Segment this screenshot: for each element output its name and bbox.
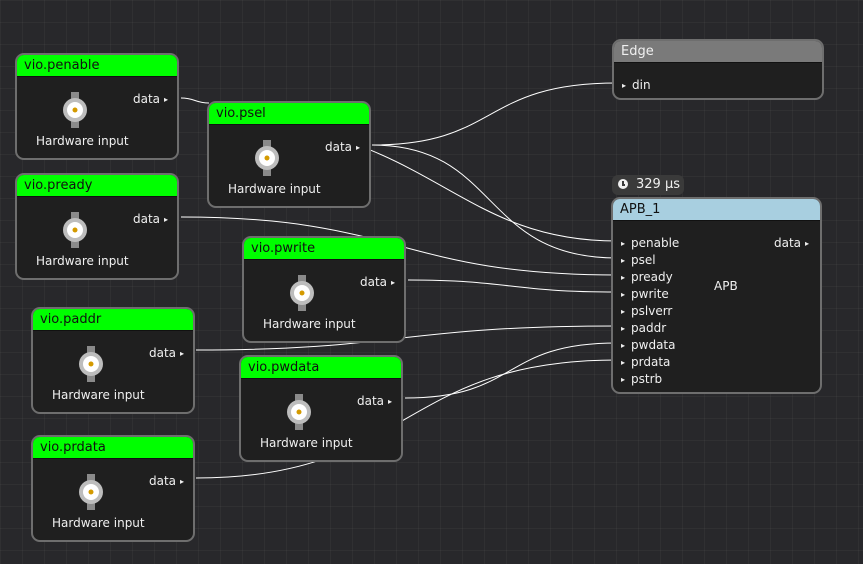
bnc-connector-icon xyxy=(290,275,314,311)
input-port-psel[interactable]: ▸ psel xyxy=(621,253,656,267)
input-port-pwrite[interactable]: ▸ pwrite xyxy=(621,287,669,301)
port-label: data xyxy=(325,140,353,154)
hardware-input-label: Hardware input xyxy=(52,388,145,402)
triangle-port-icon: ▸ xyxy=(388,397,393,406)
vio-node-penable[interactable]: vio.penable Hardware input data ▸ xyxy=(15,53,179,160)
wire-psel-to-apb-psel xyxy=(371,144,618,259)
vio-node-paddr[interactable]: vio.paddr Hardware input data ▸ xyxy=(31,307,195,414)
bnc-connector-icon xyxy=(287,394,311,430)
triangle-port-icon: ▸ xyxy=(180,477,185,486)
triangle-port-icon: ▸ xyxy=(621,273,626,282)
triangle-port-icon: ▸ xyxy=(391,278,396,287)
triangle-port-icon: ▸ xyxy=(356,143,361,152)
clock-icon xyxy=(618,179,628,189)
node-title: vio.psel xyxy=(209,103,369,125)
wire-penable-to-psel-node xyxy=(180,97,210,104)
port-label: data xyxy=(774,236,802,250)
hardware-input-label: Hardware input xyxy=(36,254,129,268)
node-title: vio.penable xyxy=(17,55,177,77)
input-port-pslverr[interactable]: ▸ pslverr xyxy=(621,304,672,318)
node-title: vio.pready xyxy=(17,175,177,197)
vio-node-prdata[interactable]: vio.prdata Hardware input data ▸ xyxy=(31,435,195,542)
hardware-input-label: Hardware input xyxy=(36,134,129,148)
time-value: 329 µs xyxy=(636,177,680,192)
wire-pwdata-to-apb-pwdata xyxy=(404,342,618,399)
port-label: pready xyxy=(631,270,673,284)
output-port-data[interactable]: data ▸ xyxy=(325,140,360,154)
input-port-penable[interactable]: ▸ penable xyxy=(621,236,679,250)
hardware-input-label: Hardware input xyxy=(263,317,356,331)
wire-psel-to-edge-din xyxy=(371,82,618,146)
bnc-connector-icon xyxy=(79,346,103,382)
triangle-port-icon: ▸ xyxy=(164,95,169,104)
output-port-data[interactable]: data ▸ xyxy=(149,474,184,488)
port-label: pslverr xyxy=(631,304,673,318)
output-port-data[interactable]: data ▸ xyxy=(774,236,809,250)
port-label: pwdata xyxy=(631,338,676,352)
output-port-data[interactable]: data ▸ xyxy=(149,346,184,360)
output-port-data[interactable]: data ▸ xyxy=(133,92,168,106)
triangle-port-icon: ▸ xyxy=(621,358,626,367)
input-port-pwdata[interactable]: ▸ pwdata xyxy=(621,338,675,352)
triangle-port-icon: ▸ xyxy=(805,239,810,248)
port-label: data xyxy=(149,474,177,488)
port-label: prdata xyxy=(631,355,671,369)
apb-node[interactable]: APB_1 data ▸ APB ▸ penable ▸ psel ▸ pready ▸… xyxy=(611,197,822,394)
node-title: vio.paddr xyxy=(33,309,193,331)
triangle-port-icon: ▸ xyxy=(180,349,185,358)
time-badge: 329 µs xyxy=(612,175,684,195)
bnc-connector-icon xyxy=(63,212,87,248)
node-title: vio.prdata xyxy=(33,437,193,459)
triangle-port-icon: ▸ xyxy=(622,81,627,90)
triangle-port-icon: ▸ xyxy=(621,239,626,248)
port-label: data xyxy=(357,394,385,408)
hardware-input-label: Hardware input xyxy=(52,516,145,530)
input-port-pstrb[interactable]: ▸ pstrb xyxy=(621,372,662,386)
triangle-port-icon: ▸ xyxy=(621,256,626,265)
triangle-port-icon: ▸ xyxy=(621,290,626,299)
triangle-port-icon: ▸ xyxy=(164,215,169,224)
node-title: vio.pwrite xyxy=(244,238,404,260)
port-label: data xyxy=(133,92,161,106)
triangle-port-icon: ▸ xyxy=(621,375,626,384)
triangle-port-icon: ▸ xyxy=(621,341,626,350)
hardware-input-label: Hardware input xyxy=(260,436,353,450)
input-port-prdata[interactable]: ▸ prdata xyxy=(621,355,670,369)
vio-node-pready[interactable]: vio.pready Hardware input data ▸ xyxy=(15,173,179,280)
port-label: psel xyxy=(631,253,656,267)
wire-pwrite-to-apb-pwrite xyxy=(407,279,618,293)
port-label: penable xyxy=(631,236,680,250)
bnc-connector-icon xyxy=(63,92,87,128)
port-label: data xyxy=(149,346,177,360)
input-port-pready[interactable]: ▸ pready xyxy=(621,270,673,284)
apb-body-label: APB xyxy=(714,279,738,293)
port-label: paddr xyxy=(631,321,667,335)
port-label: pwrite xyxy=(631,287,669,301)
input-port-din[interactable]: ▸ din xyxy=(622,78,651,92)
vio-node-psel[interactable]: vio.psel Hardware input data ▸ xyxy=(207,101,371,208)
hardware-input-label: Hardware input xyxy=(228,182,321,196)
triangle-port-icon: ▸ xyxy=(621,324,626,333)
node-title: APB_1 xyxy=(613,199,820,221)
output-port-data[interactable]: data ▸ xyxy=(360,275,395,289)
vio-node-pwrite[interactable]: vio.pwrite Hardware input data ▸ xyxy=(242,236,406,343)
triangle-port-icon: ▸ xyxy=(621,307,626,316)
bnc-connector-icon xyxy=(255,140,279,176)
output-port-data[interactable]: data ▸ xyxy=(133,212,168,226)
port-label: din xyxy=(632,78,651,92)
vio-node-pwdata[interactable]: vio.pwdata Hardware input data ▸ xyxy=(239,355,403,462)
output-port-data[interactable]: data ▸ xyxy=(357,394,392,408)
port-label: data xyxy=(360,275,388,289)
edge-node[interactable]: Edge ▸ din xyxy=(612,39,824,100)
input-port-paddr[interactable]: ▸ paddr xyxy=(621,321,666,335)
node-title: vio.pwdata xyxy=(241,357,401,379)
port-label: pstrb xyxy=(631,372,663,386)
bnc-connector-icon xyxy=(79,474,103,510)
node-title: Edge xyxy=(614,41,822,63)
port-label: data xyxy=(133,212,161,226)
